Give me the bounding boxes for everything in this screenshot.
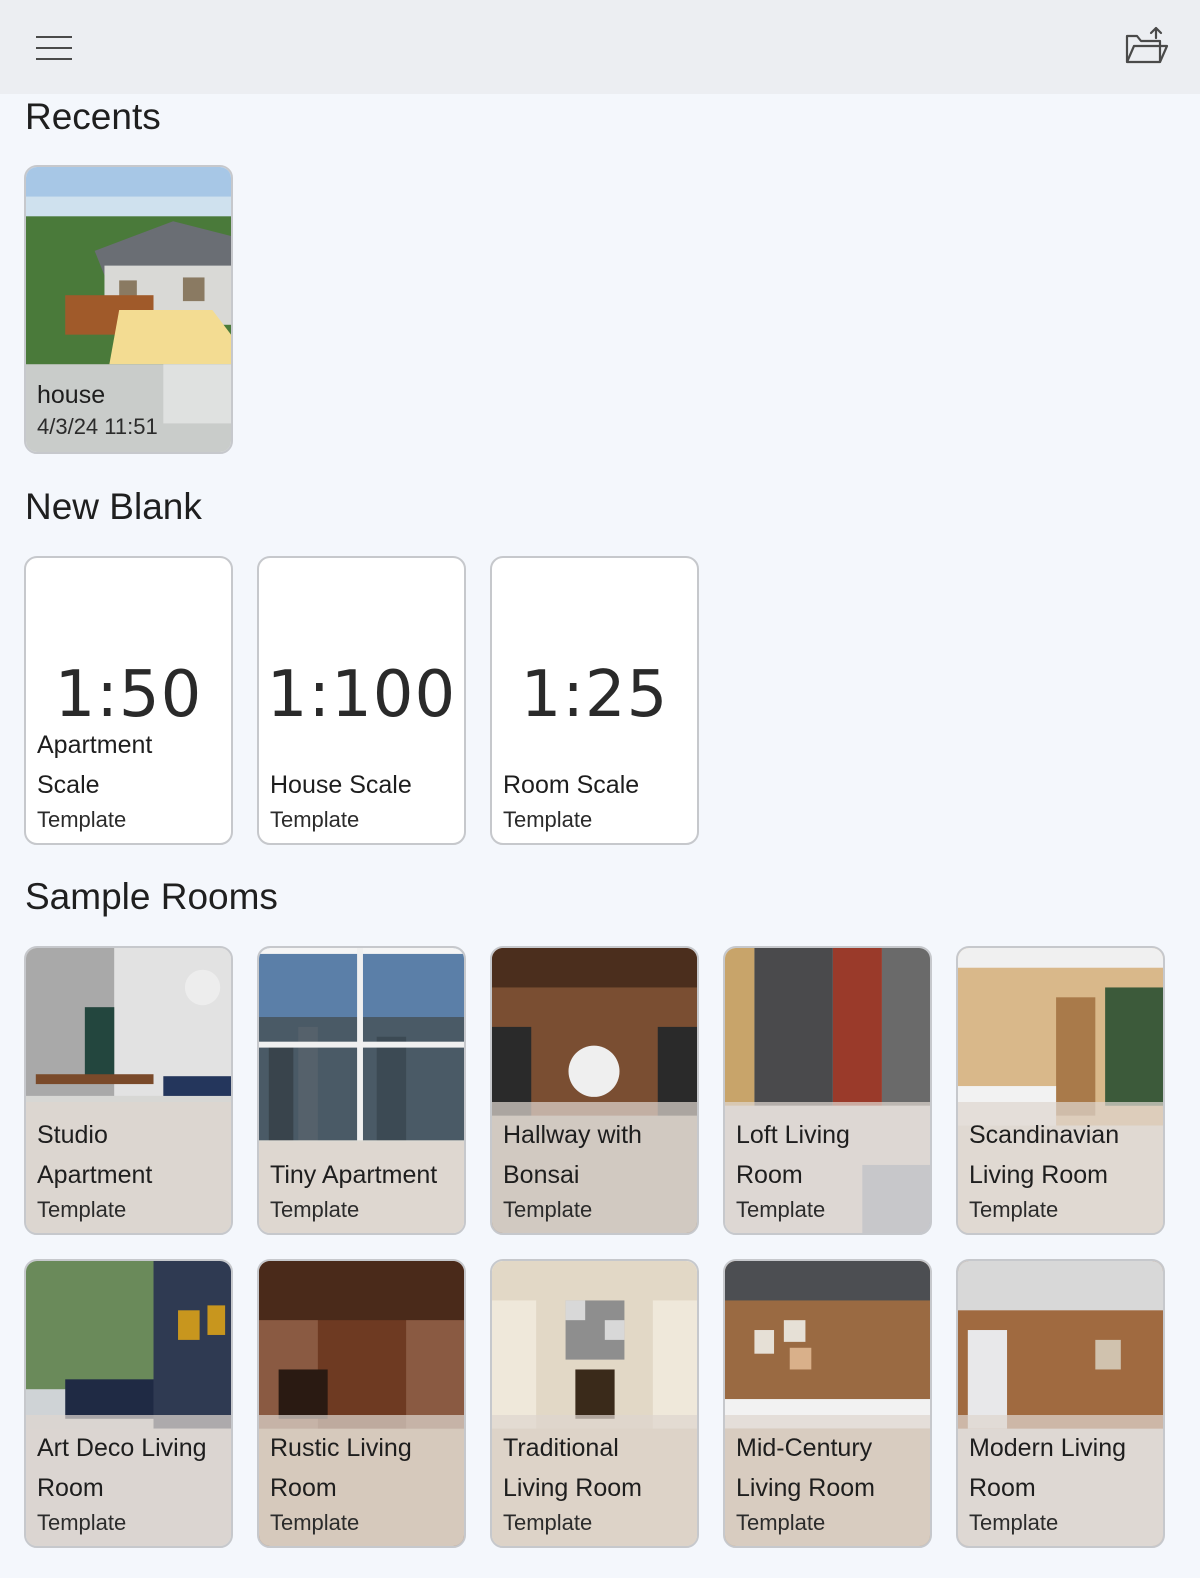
scale-label: 1:25	[520, 658, 669, 732]
recent-project-date: 4/3/24 11:51	[37, 414, 158, 439]
card-title-line2: Living Room	[969, 1161, 1108, 1189]
card-subtitle: Template	[37, 807, 127, 832]
card-title-line1: Traditional	[503, 1434, 619, 1462]
scale-label: 1:50	[54, 658, 203, 732]
sample-tiny-apartment-card[interactable]: Tiny Apartment Template	[257, 946, 466, 1235]
card-title: Room Scale	[503, 771, 640, 799]
recent-project-info: house 4/3/24 11:51	[37, 378, 158, 442]
card-title-line1: Art Deco Living	[37, 1434, 207, 1462]
sample-studio-apartment-card[interactable]: Studio Apartment Template	[24, 946, 233, 1235]
card-title-line2: Room	[736, 1161, 803, 1189]
card-subtitle: Template	[736, 1197, 826, 1222]
top-bar	[0, 0, 1200, 94]
blank-room-scale-card[interactable]: 1:25 Room Scale Template	[490, 556, 699, 845]
recent-project-name: house	[37, 381, 106, 409]
hamburger-line	[36, 47, 72, 49]
sample-traditional-living-room-card[interactable]: Traditional Living Room Template	[490, 1259, 699, 1548]
sample-rooms-heading: Sample Rooms	[25, 876, 278, 917]
card-title-line2: Living Room	[503, 1474, 642, 1502]
card-info: House Scale Template	[270, 765, 458, 835]
open-file-button[interactable]	[1124, 24, 1170, 68]
card-title-line2: Room	[270, 1474, 337, 1502]
card-info: Modern Living Room Template	[969, 1428, 1157, 1538]
blank-apartment-scale-card[interactable]: 1:50 Apartment Scale Template	[24, 556, 233, 845]
recent-project-card[interactable]: house 4/3/24 11:51	[24, 165, 233, 454]
card-subtitle: Template	[503, 1197, 593, 1222]
card-title-line2: Living Room	[736, 1474, 875, 1502]
card-title-line2: Scale	[37, 771, 100, 799]
card-info: Traditional Living Room Template	[503, 1428, 691, 1538]
sample-art-deco-living-room-card[interactable]: Art Deco Living Room Template	[24, 1259, 233, 1548]
menu-button[interactable]	[28, 28, 80, 68]
card-info: Room Scale Template	[503, 765, 691, 835]
hamburger-line	[36, 58, 72, 60]
sample-hallway-bonsai-card[interactable]: Hallway with Bonsai Template	[490, 946, 699, 1235]
card-subtitle: Template	[736, 1510, 826, 1535]
card-subtitle: Template	[37, 1510, 127, 1535]
card-title-line1: Rustic Living	[270, 1434, 412, 1462]
card-title-line2: Room	[969, 1474, 1036, 1502]
card-title-line1: Studio	[37, 1121, 108, 1149]
card-title-line2: Room	[37, 1474, 104, 1502]
card-title-line1: Mid-Century	[736, 1434, 873, 1462]
card-info: Art Deco Living Room Template	[37, 1428, 225, 1538]
scale-label: 1:100	[266, 658, 457, 732]
card-info: Rustic Living Room Template	[270, 1428, 458, 1538]
card-subtitle: Template	[270, 807, 360, 832]
card-subtitle: Template	[270, 1510, 360, 1535]
card-subtitle: Template	[503, 807, 593, 832]
sample-mid-century-living-room-card[interactable]: Mid-Century Living Room Template	[723, 1259, 932, 1548]
hamburger-menu-icon	[36, 36, 72, 38]
card-title-line1: Scandinavian	[969, 1121, 1120, 1149]
sample-loft-living-room-card[interactable]: Loft Living Room Template	[723, 946, 932, 1235]
card-info: Loft Living Room Template	[736, 1115, 924, 1225]
sample-rustic-living-room-card[interactable]: Rustic Living Room Template	[257, 1259, 466, 1548]
card-title-line1: Loft Living	[736, 1121, 850, 1149]
sample-scandinavian-living-room-card[interactable]: Scandinavian Living Room Template	[956, 946, 1165, 1235]
card-subtitle: Template	[503, 1510, 593, 1535]
card-title-line1: Apartment	[37, 731, 153, 759]
card-info: Tiny Apartment Template	[270, 1155, 458, 1225]
card-title-line1: Hallway with	[503, 1121, 642, 1149]
card-info: Scandinavian Living Room Template	[969, 1115, 1157, 1225]
card-subtitle: Template	[270, 1197, 360, 1222]
card-title: Tiny Apartment	[270, 1161, 438, 1189]
card-title-line2: Apartment	[37, 1161, 153, 1189]
blank-house-scale-card[interactable]: 1:100 House Scale Template	[257, 556, 466, 845]
card-info: Apartment Scale Template	[37, 725, 225, 835]
recents-heading: Recents	[25, 96, 161, 137]
folder-open-icon	[1125, 26, 1169, 64]
card-subtitle: Template	[969, 1197, 1059, 1222]
card-title-line1: Modern Living	[969, 1434, 1127, 1462]
card-info: Hallway with Bonsai Template	[503, 1115, 691, 1225]
card-info: Studio Apartment Template	[37, 1115, 225, 1225]
sample-modern-living-room-card[interactable]: Modern Living Room Template	[956, 1259, 1165, 1548]
card-subtitle: Template	[37, 1197, 127, 1222]
card-info: Mid-Century Living Room Template	[736, 1428, 924, 1538]
card-subtitle: Template	[969, 1510, 1059, 1535]
card-title-line2: Bonsai	[503, 1161, 580, 1189]
new-blank-heading: New Blank	[25, 486, 202, 527]
card-title: House Scale	[270, 771, 412, 799]
